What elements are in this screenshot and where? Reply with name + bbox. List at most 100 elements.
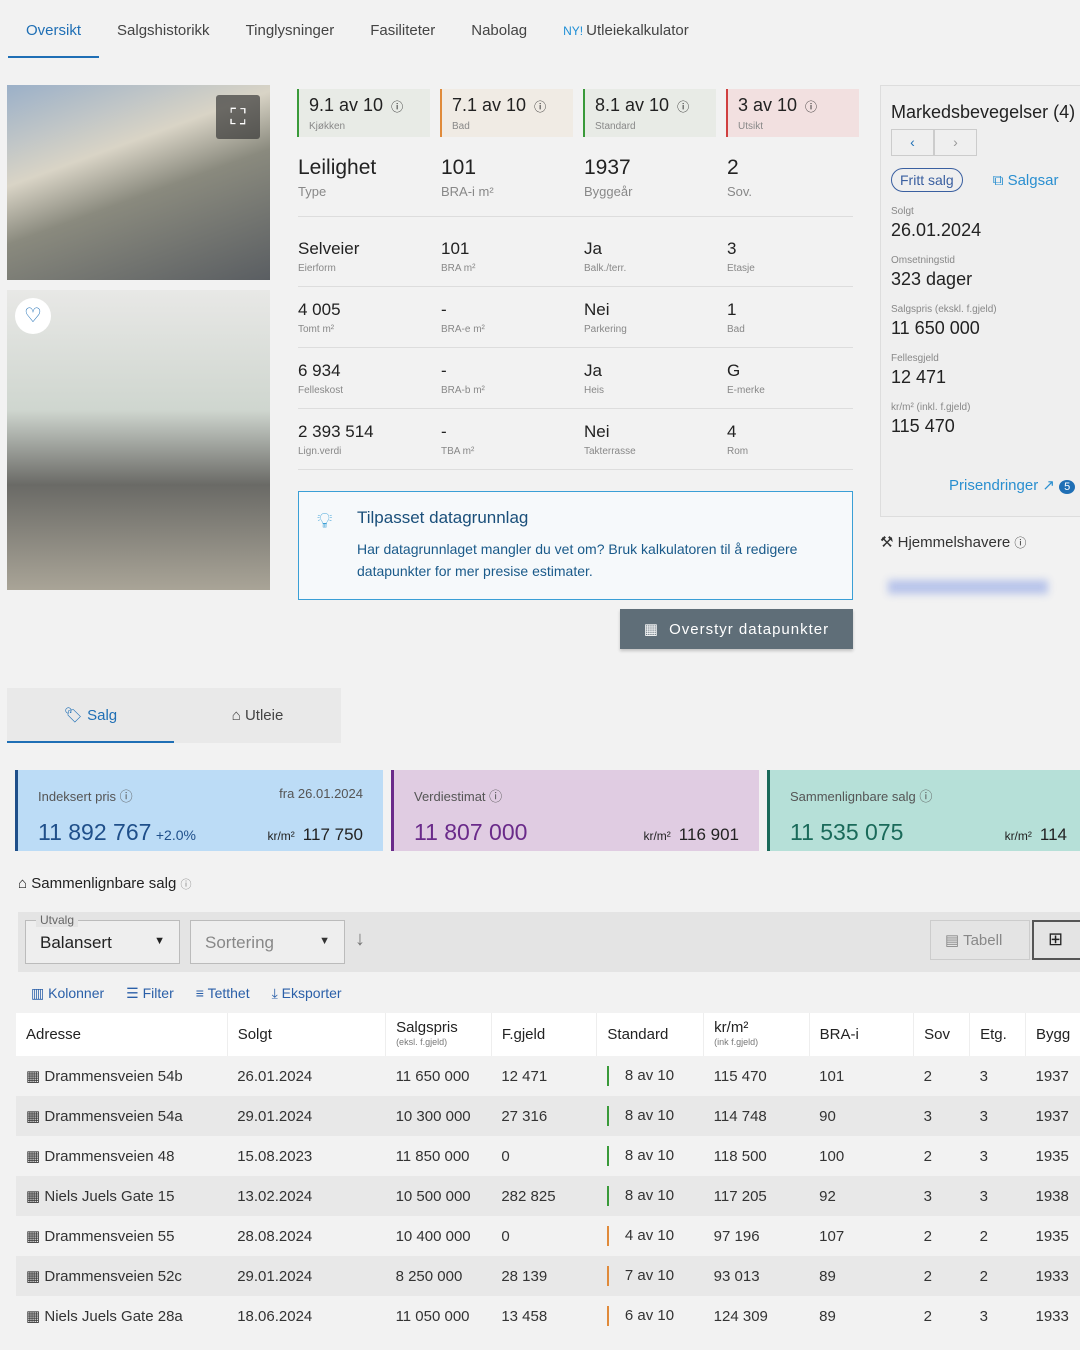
info-icon[interactable]: ⓘ <box>180 879 191 891</box>
arrow-down-icon[interactable]: ↓ <box>355 928 365 951</box>
divider <box>298 347 853 348</box>
fact: 101 BRA m² <box>441 239 581 274</box>
heart-icon[interactable]: ♡ <box>15 298 51 334</box>
rating-value: 7.1 av 10 <box>452 95 527 115</box>
export-button[interactable]: ⤓ Eksporter <box>272 985 342 1002</box>
table-cell: 282 825 <box>491 1176 597 1216</box>
density-button[interactable]: ≡ Tetthet <box>196 985 250 1002</box>
column-header[interactable]: Solgt <box>227 1013 387 1056</box>
cell-value: 100 <box>819 1147 845 1165</box>
property-photo-interior[interactable]: ♡ <box>7 290 270 590</box>
cell-value: 13.02.2024 <box>237 1187 313 1205</box>
card-date: fra 26.01.2024 <box>279 786 363 801</box>
cell-value: 3 <box>923 1107 933 1125</box>
column-header[interactable]: Standard <box>596 1013 705 1056</box>
override-datapoints-button[interactable]: ▦ Overstyr datapunkter <box>620 609 853 649</box>
table-row[interactable]: ▦ Drammensveien 52c 29.01.2024 8 250 000 28… <box>16 1256 1080 1296</box>
tab-oversikt[interactable]: Oversikt <box>8 0 100 58</box>
tab-utleiekalkulator[interactable]: NY! Utleiekalkulator <box>545 0 707 58</box>
prev-button[interactable]: ‹ <box>891 129 934 156</box>
fact-value: - <box>441 361 447 380</box>
column-header[interactable]: Adresse <box>16 1013 228 1056</box>
cell-value: 18.06.2024 <box>237 1307 313 1325</box>
table-cell: 1933 <box>1025 1256 1080 1296</box>
table-row[interactable]: ▦ Drammensveien 48 15.08.2023 11 850 000 0 8… <box>16 1136 1080 1176</box>
table-cell: 4 av 10 <box>597 1216 704 1256</box>
table-cell: 12 471 <box>491 1056 597 1096</box>
info-icon[interactable]: ⓘ <box>120 789 133 804</box>
fact-value: 1 <box>727 300 737 319</box>
tab-fasiliteter[interactable]: Fasiliteter <box>352 0 453 58</box>
info-icon[interactable]: ⓘ <box>805 100 817 114</box>
info-icon[interactable]: ⓘ <box>1014 536 1026 550</box>
standard-indicator <box>606 1066 609 1086</box>
tab-salgshistorikk[interactable]: Salgshistorikk <box>99 0 228 58</box>
fact-label: BRA-i m² <box>441 184 494 199</box>
fact: Ja Heis <box>584 361 724 396</box>
table-row[interactable]: ▦ Niels Juels Gate 15 13.02.2024 10 500 00… <box>16 1176 1080 1216</box>
market-value: 12 471 <box>891 367 947 387</box>
header-label: BRA-i <box>819 1026 859 1043</box>
column-header[interactable]: BRA-i <box>809 1013 915 1056</box>
info-text: Har datagrunnlaget mangler du vet om? Br… <box>357 541 798 579</box>
table-cell: 13 458 <box>491 1296 597 1336</box>
standard-indicator <box>606 1186 609 1206</box>
table-row[interactable]: ▦ Drammensveien 54a 29.01.2024 10 300 000 2… <box>16 1096 1080 1136</box>
column-header[interactable]: Etg. <box>969 1013 1026 1056</box>
tab-salg[interactable]: 🏷︎ Salg <box>7 688 174 743</box>
property-photo-exterior[interactable]: ⛶ <box>7 85 270 280</box>
info-icon[interactable]: ⓘ <box>391 100 403 114</box>
column-header[interactable]: F.gjeld <box>491 1013 598 1056</box>
select-value: Balansert <box>40 933 112 952</box>
columns-button[interactable]: ▥ Kolonner <box>31 985 104 1002</box>
table-cell: 10 500 000 <box>385 1176 492 1216</box>
cell-value: 0 <box>501 1147 510 1165</box>
cell-value: 1935 <box>1035 1147 1069 1165</box>
tab-nabolag[interactable]: Nabolag <box>453 0 545 58</box>
next-button[interactable]: › <box>934 129 977 156</box>
fact: Ja Balk./terr. <box>584 239 724 274</box>
custom-data-info: 💡︎ Tilpasset datagrunnlag Har datagrunnl… <box>298 491 853 600</box>
table-cell: 89 <box>809 1256 914 1296</box>
table-row[interactable]: ▦ Drammensveien 54b 26.01.2024 11 650 000 1… <box>16 1056 1080 1096</box>
house-icon: ⌂ <box>18 875 28 892</box>
table-cell: 1935 <box>1025 1136 1080 1176</box>
market-label: kr/m² (inkl. f.gjeld) <box>891 402 971 413</box>
table-cell: 11 650 000 <box>386 1056 492 1096</box>
fact-value: Selveier <box>298 239 360 258</box>
table-row[interactable]: ▦ Drammensveien 55 28.08.2024 10 400 000 0 4… <box>16 1216 1080 1256</box>
grid-view-button[interactable]: ⊞ <box>1032 920 1080 960</box>
rating-0: 9.1 av 10 ⓘ Kjøkken <box>297 89 430 137</box>
label: Eksporter <box>281 985 342 1001</box>
table-view-button[interactable]: ▤ Tabell <box>930 920 1030 960</box>
sort-select[interactable]: Sortering ▼ <box>190 920 345 964</box>
cell-value: 10 300 000 <box>395 1107 471 1125</box>
info-icon[interactable]: ⓘ <box>677 100 689 114</box>
table-row[interactable]: ▦ Niels Juels Gate 28a 18.06.2024 11 050 0… <box>16 1296 1080 1336</box>
fullscreen-icon[interactable]: ⛶ <box>216 95 260 139</box>
info-icon[interactable]: ⓘ <box>919 789 932 804</box>
owner-name-redacted <box>888 580 1048 594</box>
tab-utleie[interactable]: ⌂ Utleie <box>174 688 341 743</box>
rating-label: Utsikt <box>738 121 763 132</box>
tab-tinglysninger[interactable]: Tinglysninger <box>228 0 353 58</box>
utvalg-select[interactable]: Utvalg Balansert ▼ <box>25 913 180 964</box>
column-header[interactable]: kr/m² (ink f.gjeld) <box>703 1013 810 1056</box>
column-header[interactable]: Bygg <box>1025 1013 1080 1056</box>
standard-indicator <box>606 1226 609 1246</box>
table-cell: 92 <box>809 1176 914 1216</box>
market-label: Salgspris (ekskl. f.gjeld) <box>891 304 997 315</box>
price-changes-link[interactable]: Prisendringer ↗ 5 <box>949 476 1076 494</box>
price-card-2: Sammenlignbare salg ⓘ 11 535 075 kr/m² 114 <box>767 770 1080 851</box>
column-header[interactable]: Salgspris (eksl. f.gjeld) <box>385 1013 492 1056</box>
info-icon[interactable]: ⓘ <box>534 100 546 114</box>
filter-button[interactable]: ☰ Filter <box>126 985 174 1002</box>
sales-link[interactable]: ⧉ Salgsar <box>993 172 1059 189</box>
info-icon[interactable]: ⓘ <box>489 789 502 804</box>
table-cell: ▦ Niels Juels Gate 15 <box>16 1176 228 1216</box>
column-header[interactable]: Sov <box>913 1013 971 1056</box>
cell-value: 8 av 10 <box>624 1106 675 1124</box>
fact: 4 Rom <box>727 422 867 457</box>
fact-label: Rom <box>727 446 749 457</box>
table-cell: 124 309 <box>704 1296 810 1336</box>
